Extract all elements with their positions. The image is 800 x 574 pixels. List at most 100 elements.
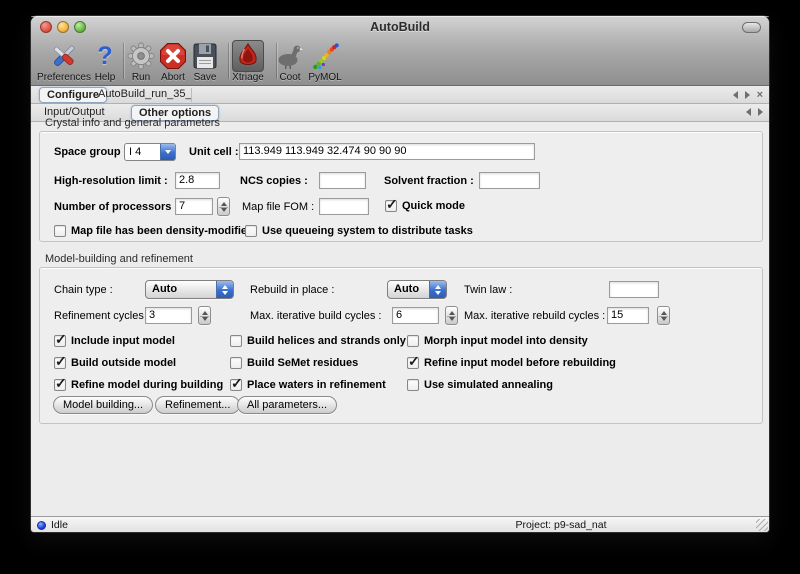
checkbox-box[interactable] (230, 379, 242, 391)
checkbox-label: Build outside model (71, 357, 176, 369)
resize-grip[interactable] (756, 519, 768, 531)
checkbox-box[interactable] (54, 357, 66, 369)
toolbar-label: Save (194, 72, 217, 83)
stepper-up-icon[interactable] (221, 202, 227, 206)
all-parameters-button[interactable]: All parameters... (237, 396, 337, 414)
popup-arrows-icon[interactable] (429, 281, 446, 298)
abort-icon (157, 40, 189, 72)
checkbox-label: Build SeMet residues (247, 357, 358, 369)
max-rebuild-cycles-field[interactable]: 15 (607, 307, 649, 324)
toolbar-item-save[interactable]: Save (189, 40, 221, 83)
toolbar-item-run[interactable]: Run (125, 40, 157, 83)
tab-scroll-left-icon[interactable] (733, 91, 738, 99)
checkbox-box[interactable] (230, 357, 242, 369)
ncs-copies-field[interactable] (319, 172, 366, 189)
checkbox-label: Morph input model into density (424, 335, 588, 347)
max-build-cycles-field[interactable]: 6 (392, 307, 439, 324)
refinement-cycles-field[interactable]: 3 (145, 307, 192, 324)
tab-divider (191, 88, 192, 102)
checkbox-box[interactable] (230, 335, 242, 347)
checkbox-box[interactable] (54, 335, 66, 347)
status-idle-icon (37, 521, 46, 530)
stepper-down-icon[interactable] (449, 317, 455, 321)
refinement-button[interactable]: Refinement... (155, 396, 240, 414)
map-fom-field[interactable] (319, 198, 369, 215)
model-group-legend: Model-building and refinement (45, 253, 193, 265)
status-bar: Idle Project: p9-sad_nat (31, 516, 769, 532)
num-processors-field[interactable]: 7 (175, 198, 213, 215)
space-group-value: I 4 (125, 144, 160, 160)
stepper-down-icon[interactable] (661, 317, 667, 321)
include-input-model-checkbox[interactable]: Include input model (54, 334, 175, 348)
toolbar-item-help[interactable]: Help (89, 40, 121, 83)
checkbox-box[interactable] (54, 225, 66, 237)
build-semet-checkbox[interactable]: Build SeMet residues (230, 356, 358, 370)
unit-cell-field[interactable]: 113.949 113.949 32.474 90 90 90 (239, 143, 535, 160)
checkbox-box[interactable] (407, 357, 419, 369)
checkbox-label: Refine input model before rebuilding (424, 357, 616, 369)
build-outside-model-checkbox[interactable]: Build outside model (54, 356, 176, 370)
high-res-field[interactable]: 2.8 (175, 172, 220, 189)
place-waters-checkbox[interactable]: Place waters in refinement (230, 378, 386, 392)
toolbar-item-coot[interactable]: Coot (274, 40, 306, 83)
model-building-button[interactable]: Model building... (53, 396, 153, 414)
popup-arrows-icon[interactable] (216, 281, 233, 298)
tab-scroll-right-icon[interactable] (745, 91, 750, 99)
toolbar-item-pymol[interactable]: PyMOL (308, 40, 341, 83)
toolbar-label: Xtriage (232, 72, 264, 83)
twin-law-field[interactable] (609, 281, 659, 298)
tab-autobuild-run[interactable]: AutoBuild_run_35_ (91, 87, 199, 101)
checkbox-label: Map file has been density-modified (71, 225, 254, 237)
toolbar-item-abort[interactable]: Abort (157, 40, 189, 83)
stepper-down-icon[interactable] (202, 317, 208, 321)
stepper-up-icon[interactable] (449, 311, 455, 315)
project-label: Project: p9-sad_nat (515, 518, 606, 532)
rebuild-in-place-popup[interactable]: Auto (387, 280, 447, 299)
refine-input-model-checkbox[interactable]: Refine input model before rebuilding (407, 356, 616, 370)
toolbar-toggle-button[interactable] (742, 22, 761, 33)
toolbar-label: PyMOL (308, 72, 341, 83)
max-rebuild-cycles-label: Max. iterative rebuild cycles : (464, 307, 605, 325)
toolbar-item-preferences[interactable]: Preferences (37, 40, 91, 83)
toolbar: Preferences Help (31, 38, 769, 86)
xtriage-icon (232, 40, 264, 72)
model-group-box: Chain type : Auto Rebuild in place : Aut… (39, 267, 763, 424)
chevron-down-icon[interactable] (160, 144, 175, 160)
refinement-cycles-stepper[interactable] (198, 306, 211, 325)
stepper-up-icon[interactable] (202, 311, 208, 315)
quick-mode-checkbox[interactable]: Quick mode (385, 199, 465, 213)
max-build-cycles-stepper[interactable] (445, 306, 458, 325)
space-group-label: Space group : (54, 143, 127, 161)
checkbox-box[interactable] (54, 379, 66, 391)
toolbar-item-xtriage[interactable]: Xtriage (232, 40, 264, 83)
checkbox-box[interactable] (407, 379, 419, 391)
subtab-scroll-right-icon[interactable] (758, 108, 763, 116)
title-bar[interactable]: AutoBuild (31, 16, 769, 38)
refine-during-building-checkbox[interactable]: Refine model during building (54, 378, 223, 392)
checkbox-box[interactable] (385, 200, 397, 212)
chain-type-popup[interactable]: Auto (145, 280, 234, 299)
window-header: AutoBuild (31, 16, 769, 86)
stepper-down-icon[interactable] (221, 208, 227, 212)
space-group-combo[interactable]: I 4 (124, 143, 176, 161)
num-processors-stepper[interactable] (217, 197, 230, 216)
simulated-annealing-checkbox[interactable]: Use simulated annealing (407, 378, 553, 392)
crystal-group-box: Space group : I 4 Unit cell : 113.949 11… (39, 131, 763, 242)
refinement-cycles-label: Refinement cycles : (54, 307, 150, 325)
checkbox-box[interactable] (407, 335, 419, 347)
density-modified-checkbox[interactable]: Map file has been density-modified (54, 224, 254, 238)
window-title: AutoBuild (31, 16, 769, 38)
main-tab-bar: Configure AutoBuild_run_35_ (31, 86, 769, 104)
checkbox-box[interactable] (245, 225, 257, 237)
max-rebuild-cycles-stepper[interactable] (657, 306, 670, 325)
tab-nav-buttons (733, 90, 763, 100)
close-tab-icon[interactable] (757, 90, 763, 100)
stepper-up-icon[interactable] (661, 311, 667, 315)
twin-law-label: Twin law : (464, 281, 512, 299)
morph-input-model-checkbox[interactable]: Morph input model into density (407, 334, 588, 348)
map-fom-label: Map file FOM : (242, 198, 314, 216)
build-helices-checkbox[interactable]: Build helices and strands only (230, 334, 406, 348)
solvent-fraction-field[interactable] (479, 172, 540, 189)
queueing-checkbox[interactable]: Use queueing system to distribute tasks (245, 224, 473, 238)
subtab-scroll-left-icon[interactable] (746, 108, 751, 116)
